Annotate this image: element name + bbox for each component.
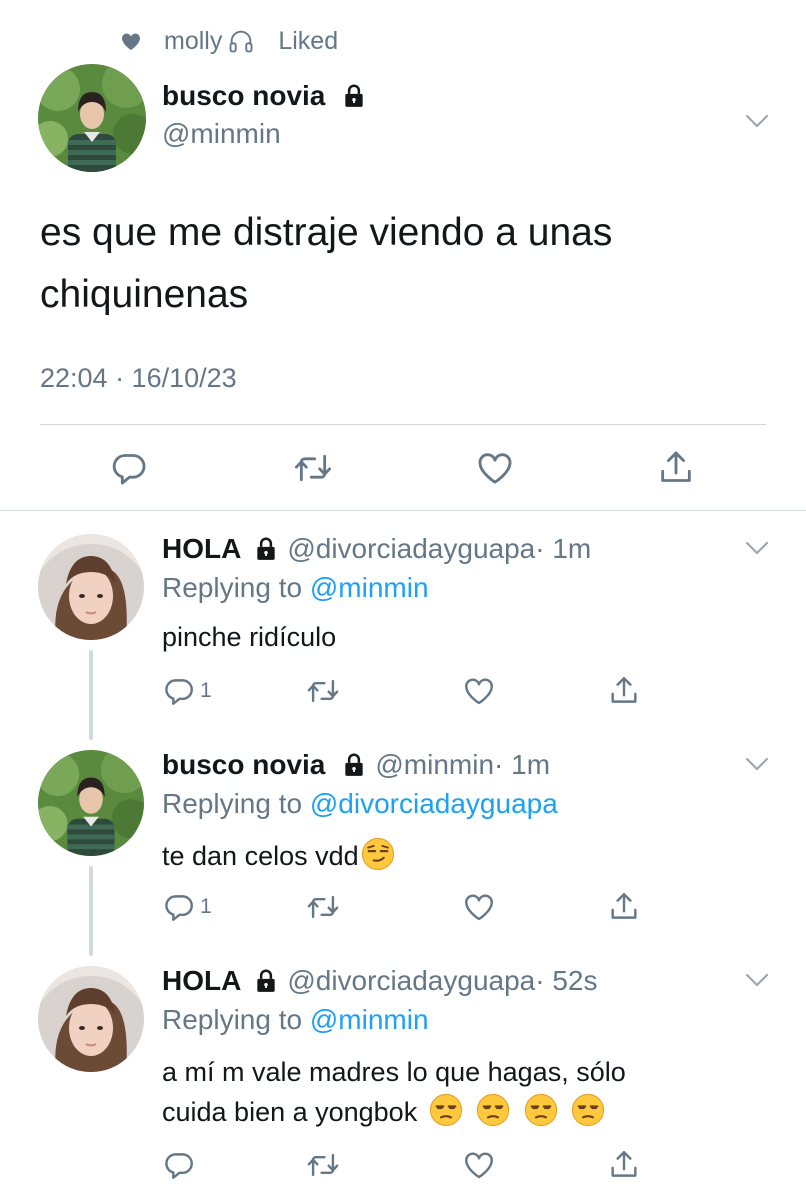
heart-icon	[118, 29, 144, 53]
avatar[interactable]	[38, 64, 146, 172]
avatar[interactable]	[38, 966, 144, 1072]
divider	[40, 424, 766, 425]
avatar[interactable]	[38, 750, 144, 856]
reply-time: · 1m	[535, 533, 592, 564]
replying-to-link[interactable]: @divorciadayguapa	[310, 788, 558, 819]
share-icon[interactable]	[607, 1148, 641, 1182]
replying-prefix: Replying to	[162, 1004, 303, 1035]
like-icon[interactable]	[462, 1148, 496, 1182]
avatar[interactable]	[38, 534, 144, 640]
reply-icon	[162, 674, 196, 708]
share-icon[interactable]	[607, 890, 641, 924]
like-icon[interactable]	[475, 448, 515, 488]
reply-actions: 1	[0, 890, 806, 924]
reply-button[interactable]: 1	[162, 890, 212, 924]
unamused-emoji	[524, 1093, 558, 1127]
reply-icon	[162, 890, 196, 924]
display-name[interactable]: HOLA	[162, 533, 241, 565]
reply-icon[interactable]	[109, 448, 149, 488]
handle[interactable]: @divorciadayguapa	[287, 533, 535, 565]
divider	[0, 510, 806, 511]
lock-icon	[253, 536, 279, 562]
chevron-down-icon[interactable]	[742, 106, 772, 136]
lock-icon	[341, 752, 367, 778]
replying-to: Replying to @divorciadayguapa	[162, 788, 558, 820]
reply-time: · 52s	[535, 965, 598, 996]
retweet-icon[interactable]	[293, 448, 333, 488]
share-icon[interactable]	[656, 448, 696, 488]
tweet-actions	[0, 448, 806, 488]
reply-header: HOLA @divorciadayguapa · 52s	[162, 964, 598, 998]
like-icon[interactable]	[462, 890, 496, 924]
chevron-down-icon[interactable]	[742, 533, 772, 563]
reply-text: te dan celos vdd	[162, 836, 762, 876]
retweet-icon[interactable]	[306, 890, 340, 924]
replying-prefix: Replying to	[162, 788, 303, 819]
reply-icon	[162, 1148, 196, 1182]
reply-count: 1	[200, 895, 212, 918]
display-name: busco novia	[162, 80, 326, 111]
reply-time: · 1m	[494, 749, 551, 780]
reply-count: 1	[200, 679, 212, 702]
reply-text-content: cuida bien a yongbok	[162, 1097, 418, 1127]
lock-icon	[253, 968, 279, 994]
reply-button[interactable]	[162, 1148, 200, 1182]
replying-to: Replying to @minmin	[162, 572, 429, 604]
reply-text: a mí m vale madres lo que hagas, sólo cu…	[162, 1052, 762, 1132]
retweet-icon[interactable]	[306, 1148, 340, 1182]
unamused-emoji	[476, 1093, 510, 1127]
share-icon[interactable]	[607, 674, 641, 708]
display-name[interactable]: HOLA	[162, 965, 241, 997]
smirk-emoji	[361, 837, 395, 871]
reply-button[interactable]: 1	[162, 674, 212, 708]
headphones-icon	[226, 27, 256, 55]
like-icon[interactable]	[462, 674, 496, 708]
display-name[interactable]: busco novia	[162, 749, 325, 781]
handle[interactable]: @minmin	[375, 749, 494, 781]
lock-icon	[341, 83, 367, 109]
liked-by-name[interactable]: molly	[164, 27, 222, 56]
liked-by-header: molly Liked	[118, 24, 338, 58]
reply-text-line: cuida bien a yongbok	[162, 1092, 762, 1132]
retweet-icon[interactable]	[306, 674, 340, 708]
liked-label: Liked	[278, 26, 339, 55]
reply-text-content: te dan celos vdd	[162, 841, 359, 871]
reply-header: busco novia @minmin · 1m	[162, 748, 550, 782]
unamused-emoji	[571, 1093, 605, 1127]
author-handle[interactable]: @minmin	[162, 118, 281, 150]
reply-text: pinche ridículo	[162, 622, 337, 652]
tweet-text: es que me distraje viendo a unas chiquin…	[40, 211, 613, 316]
replying-to-link[interactable]: @minmin	[310, 572, 429, 603]
reply-header: HOLA @divorciadayguapa · 1m	[162, 532, 591, 566]
chevron-down-icon[interactable]	[742, 965, 772, 995]
replying-to: Replying to @minmin	[162, 1004, 429, 1036]
unamused-emoji	[429, 1093, 463, 1127]
reply-text-line: a mí m vale madres lo que hagas, sólo	[162, 1057, 626, 1087]
author-name[interactable]: busco novia	[162, 80, 367, 112]
reply-actions	[0, 1148, 806, 1182]
replying-prefix: Replying to	[162, 572, 303, 603]
replying-to-link[interactable]: @minmin	[310, 1004, 429, 1035]
handle[interactable]: @divorciadayguapa	[287, 965, 535, 997]
tweet-timestamp: 22:04 · 16/10/23	[40, 363, 237, 393]
reply-actions: 1	[0, 674, 806, 708]
chevron-down-icon[interactable]	[742, 749, 772, 779]
